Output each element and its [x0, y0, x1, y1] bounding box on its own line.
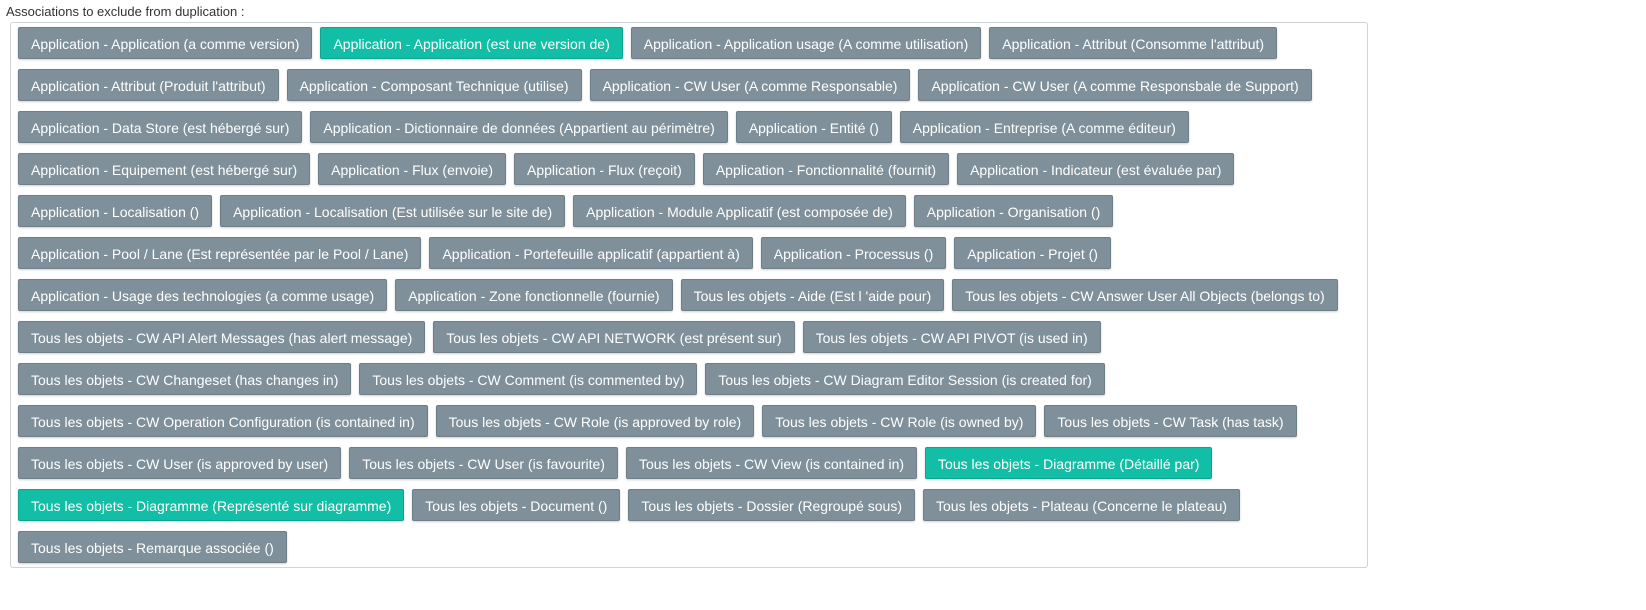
association-chip[interactable]: Tous les objets - CW API NETWORK (est pr…: [433, 321, 795, 353]
association-chip[interactable]: Application - Organisation (): [913, 195, 1114, 227]
association-chip[interactable]: Tous les objets - CW Role (is owned by): [762, 405, 1037, 437]
association-chip[interactable]: Application - Usage des technologies (a …: [18, 279, 388, 311]
association-chip[interactable]: Application - Indicateur (est évaluée pa…: [957, 153, 1235, 185]
association-chip[interactable]: Application - Pool / Lane (Est représent…: [18, 237, 422, 269]
association-chip[interactable]: Tous les objets - CW User (is approved b…: [18, 447, 342, 479]
association-chip[interactable]: Tous les objets - CW User (is favourite): [349, 447, 618, 479]
association-chip[interactable]: Tous les objets - Aide (Est l 'aide pour…: [680, 279, 945, 311]
association-chip[interactable]: Application - Localisation (Est utilisée…: [220, 195, 566, 227]
association-chip[interactable]: Application - Composant Technique (utili…: [286, 69, 582, 101]
association-chip[interactable]: Application - Attribut (Consomme l'attri…: [989, 27, 1278, 59]
association-chip-selected[interactable]: Tous les objets - Diagramme (Détaillé pa…: [925, 447, 1213, 479]
association-chip[interactable]: Application - CW User (A comme Responsba…: [918, 69, 1312, 101]
association-chip[interactable]: Tous les objets - Plateau (Concerne le p…: [923, 489, 1241, 521]
association-chip[interactable]: Tous les objets - CW Answer User All Obj…: [952, 279, 1338, 311]
association-chip[interactable]: Application - Data Store (est hébergé su…: [18, 111, 303, 143]
association-chip[interactable]: Application - Projet (): [954, 237, 1111, 269]
association-chip[interactable]: Tous les objets - CW Operation Configura…: [18, 405, 428, 437]
association-chip[interactable]: Application - Attribut (Produit l'attrib…: [18, 69, 279, 101]
association-chip[interactable]: Application - Portefeuille applicatif (a…: [429, 237, 753, 269]
association-chip[interactable]: Tous les objets - CW Comment (is comment…: [359, 363, 698, 395]
association-chip-selected[interactable]: Application - Application (est une versi…: [320, 27, 623, 59]
association-chip[interactable]: Tous les objets - CW API Alert Messages …: [18, 321, 426, 353]
association-chip[interactable]: Tous les objets - Remarque associée (): [18, 531, 287, 563]
association-chip[interactable]: Application - Flux (envoie): [318, 153, 507, 185]
association-chip[interactable]: Tous les objets - CW Task (has task): [1044, 405, 1297, 437]
association-chip[interactable]: Application - Application usage (A comme…: [630, 27, 982, 59]
association-chip[interactable]: Tous les objets - CW View (is contained …: [625, 447, 918, 479]
association-chip[interactable]: Tous les objets - CW Role (is approved b…: [435, 405, 755, 437]
association-chip[interactable]: Tous les objets - CW API PIVOT (is used …: [802, 321, 1101, 353]
chip-list: Application - Application (a comme versi…: [18, 27, 1363, 563]
association-chip[interactable]: Application - Fonctionnalité (fournit): [702, 153, 950, 185]
association-chip[interactable]: Application - Processus (): [760, 237, 947, 269]
association-chip[interactable]: Application - Dictionnaire de données (A…: [310, 111, 728, 143]
association-chip[interactable]: Application - Application (a comme versi…: [18, 27, 313, 59]
association-chip[interactable]: Tous les objets - CW Changeset (has chan…: [18, 363, 352, 395]
association-chip[interactable]: Application - Module Applicatif (est com…: [573, 195, 906, 227]
associations-exclude-label: Associations to exclude from duplication…: [6, 4, 245, 19]
association-chip[interactable]: Application - Zone fonctionnelle (fourni…: [395, 279, 673, 311]
association-chip[interactable]: Tous les objets - CW Diagram Editor Sess…: [705, 363, 1105, 395]
associations-chip-panel: Application - Application (a comme versi…: [10, 22, 1368, 568]
association-chip[interactable]: Application - CW User (A comme Responsab…: [589, 69, 911, 101]
association-chip[interactable]: Tous les objets - Dossier (Regroupé sous…: [628, 489, 915, 521]
association-chip[interactable]: Application - Localisation (): [18, 195, 213, 227]
association-chip[interactable]: Application - Flux (reçoit): [514, 153, 695, 185]
association-chip[interactable]: Application - Entité (): [735, 111, 892, 143]
association-chip[interactable]: Application - Equipement (est hébergé su…: [18, 153, 311, 185]
association-chip[interactable]: Tous les objets - Document (): [412, 489, 621, 521]
association-chip[interactable]: Application - Entreprise (A comme éditeu…: [899, 111, 1189, 143]
association-chip-selected[interactable]: Tous les objets - Diagramme (Représenté …: [18, 489, 405, 521]
